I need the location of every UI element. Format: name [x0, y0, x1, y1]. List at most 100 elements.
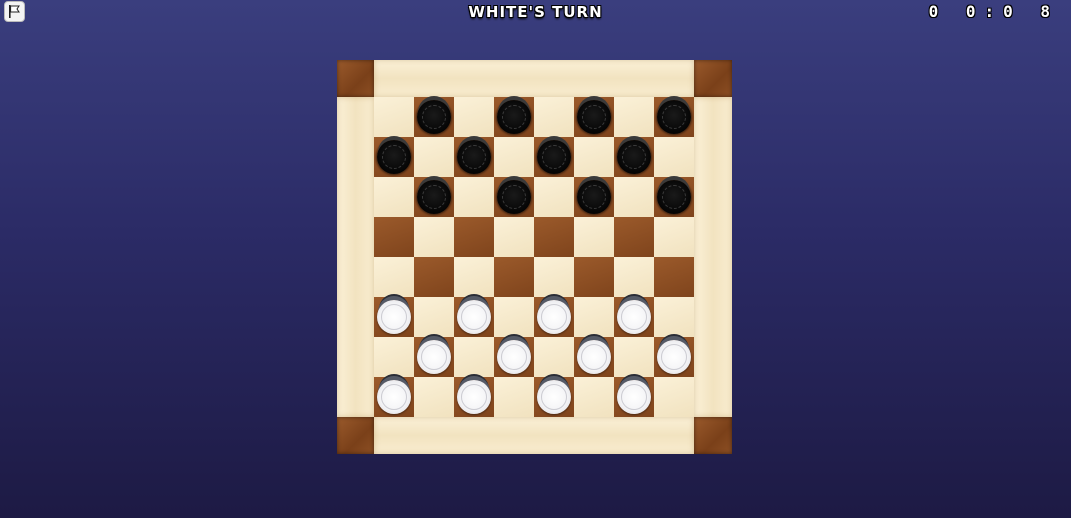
black-checker-piece[interactable] [657, 100, 691, 134]
board-square[interactable] [534, 177, 574, 217]
board-square[interactable] [454, 97, 494, 137]
board-square[interactable] [494, 337, 534, 377]
board-square[interactable] [494, 97, 534, 137]
board-square[interactable] [534, 257, 574, 297]
board-square[interactable] [574, 377, 614, 417]
board-square[interactable] [534, 217, 574, 257]
board-square[interactable] [454, 377, 494, 417]
board-square[interactable] [454, 257, 494, 297]
board-rail-top [374, 60, 694, 97]
board-square[interactable] [614, 97, 654, 137]
board-corner [337, 417, 374, 454]
board-square[interactable] [414, 217, 454, 257]
turn-indicator: WHITE'S TURN [468, 3, 603, 21]
board-square[interactable] [574, 337, 614, 377]
game-timer: 0 0:0 8 [928, 2, 1059, 21]
board-square[interactable] [614, 177, 654, 217]
board-square[interactable] [494, 377, 534, 417]
board-square[interactable] [654, 97, 694, 137]
board-square[interactable] [534, 377, 574, 417]
board-square[interactable] [534, 337, 574, 377]
board-square[interactable] [534, 137, 574, 177]
board-square[interactable] [654, 217, 694, 257]
board-square[interactable] [374, 217, 414, 257]
board-square[interactable] [374, 97, 414, 137]
board-square[interactable] [374, 377, 414, 417]
black-checker-piece[interactable] [497, 180, 531, 214]
board-square[interactable] [414, 297, 454, 337]
black-checker-piece[interactable] [417, 100, 451, 134]
board-square[interactable] [534, 97, 574, 137]
board-square[interactable] [654, 377, 694, 417]
board-square[interactable] [654, 297, 694, 337]
white-checker-piece[interactable] [457, 380, 491, 414]
black-checker-piece[interactable] [537, 140, 571, 174]
board-square[interactable] [654, 337, 694, 377]
board-square[interactable] [494, 257, 534, 297]
board-square[interactable] [374, 137, 414, 177]
board-corner [694, 417, 732, 454]
board-square[interactable] [494, 217, 534, 257]
board-square[interactable] [454, 337, 494, 377]
board-square[interactable] [454, 217, 494, 257]
white-checker-piece[interactable] [617, 380, 651, 414]
board-square[interactable] [574, 297, 614, 337]
white-checker-piece[interactable] [577, 340, 611, 374]
board-square[interactable] [374, 257, 414, 297]
board-square[interactable] [454, 297, 494, 337]
board-square[interactable] [374, 297, 414, 337]
board-square[interactable] [614, 337, 654, 377]
board-square[interactable] [454, 137, 494, 177]
black-checker-piece[interactable] [617, 140, 651, 174]
board-rail-right [694, 97, 732, 417]
black-checker-piece[interactable] [457, 140, 491, 174]
black-checker-piece[interactable] [377, 140, 411, 174]
white-checker-piece[interactable] [457, 300, 491, 334]
white-checker-piece[interactable] [497, 340, 531, 374]
board-square[interactable] [654, 177, 694, 217]
board-square[interactable] [494, 297, 534, 337]
board-square[interactable] [414, 97, 454, 137]
board-square[interactable] [374, 177, 414, 217]
white-checker-piece[interactable] [377, 380, 411, 414]
board-frame [337, 60, 732, 454]
board-square[interactable] [574, 97, 614, 137]
board-square[interactable] [614, 377, 654, 417]
board-square[interactable] [414, 377, 454, 417]
board-square[interactable] [494, 177, 534, 217]
white-checker-piece[interactable] [537, 300, 571, 334]
black-checker-piece[interactable] [417, 180, 451, 214]
black-checker-piece[interactable] [577, 180, 611, 214]
board-square[interactable] [574, 137, 614, 177]
board-square[interactable] [614, 257, 654, 297]
white-checker-piece[interactable] [537, 380, 571, 414]
board-square[interactable] [534, 297, 574, 337]
board-rail-bottom [374, 417, 694, 454]
board-square[interactable] [614, 137, 654, 177]
white-checker-piece[interactable] [377, 300, 411, 334]
board-square[interactable] [574, 257, 614, 297]
board-square[interactable] [574, 217, 614, 257]
black-checker-piece[interactable] [577, 100, 611, 134]
board-square[interactable] [414, 337, 454, 377]
board-corner [694, 60, 732, 97]
board-square[interactable] [574, 177, 614, 217]
board-square[interactable] [414, 137, 454, 177]
board-rail-left [337, 97, 374, 417]
board-square[interactable] [614, 297, 654, 337]
board-square[interactable] [454, 177, 494, 217]
board-square[interactable] [654, 257, 694, 297]
white-checker-piece[interactable] [657, 340, 691, 374]
board-square[interactable] [414, 257, 454, 297]
board-square[interactable] [614, 217, 654, 257]
board-square[interactable] [494, 137, 534, 177]
board-square[interactable] [654, 137, 694, 177]
black-checker-piece[interactable] [497, 100, 531, 134]
board-corner [337, 60, 374, 97]
white-checker-piece[interactable] [617, 300, 651, 334]
board-square[interactable] [374, 337, 414, 377]
white-checker-piece[interactable] [417, 340, 451, 374]
black-checker-piece[interactable] [657, 180, 691, 214]
checkers-board [374, 97, 694, 417]
board-square[interactable] [414, 177, 454, 217]
